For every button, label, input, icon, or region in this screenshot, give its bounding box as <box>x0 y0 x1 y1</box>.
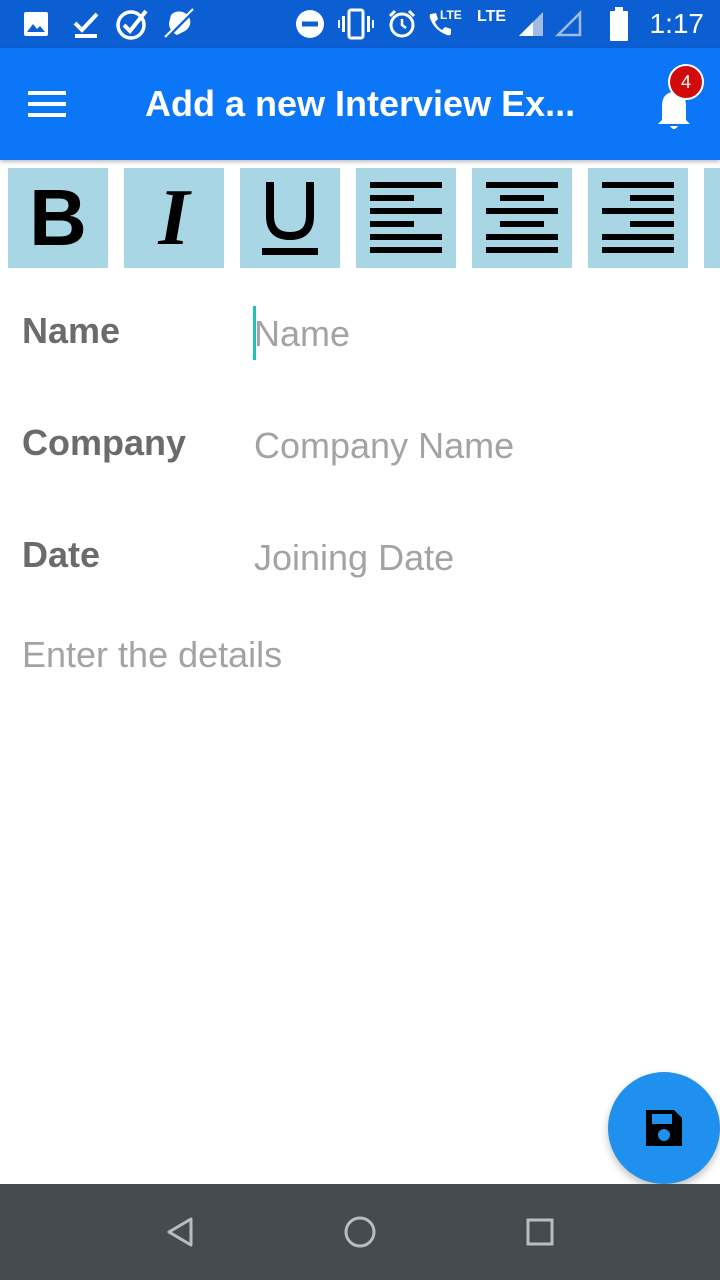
align-right-button[interactable] <box>588 168 688 268</box>
italic-button[interactable]: I <box>124 168 224 268</box>
menu-button[interactable] <box>28 82 84 126</box>
company-input[interactable] <box>254 418 694 474</box>
signal-icon <box>516 0 546 48</box>
text-cursor <box>253 306 256 360</box>
image-icon <box>20 0 52 48</box>
home-icon <box>344 1216 376 1248</box>
navigation-bar <box>0 1184 720 1280</box>
underline-button[interactable] <box>240 168 340 268</box>
align-left-icon <box>370 182 442 253</box>
justify-button[interactable] <box>704 168 720 268</box>
italic-icon: I <box>158 174 190 262</box>
name-label: Name <box>22 310 121 351</box>
align-right-icon <box>602 182 674 253</box>
menu-icon <box>28 91 66 117</box>
back-icon <box>167 1217 193 1247</box>
lte-label: LTE <box>477 8 507 25</box>
mic-off-icon <box>162 0 198 48</box>
align-left-button[interactable] <box>356 168 456 268</box>
align-center-button[interactable] <box>472 168 572 268</box>
alarm-icon <box>386 0 418 48</box>
status-clock: 1:17 <box>649 8 705 39</box>
format-toolbar: B I <box>0 160 720 274</box>
home-button[interactable] <box>336 1208 384 1256</box>
download-done-icon <box>70 0 102 48</box>
do-not-disturb-icon <box>294 0 326 48</box>
save-icon <box>646 1110 682 1146</box>
bold-icon: B <box>29 173 87 262</box>
recents-button[interactable] <box>516 1208 564 1256</box>
page-title: Add a new Interview Ex... <box>145 83 576 124</box>
battery-icon <box>606 0 632 48</box>
underline-icon <box>262 182 318 255</box>
name-input[interactable] <box>254 306 694 362</box>
bold-button[interactable]: B <box>8 168 108 268</box>
vibrate-icon <box>338 0 374 48</box>
signal-empty-icon <box>554 0 584 48</box>
company-label: Company <box>22 422 187 463</box>
app-bar: Add a new Interview Ex... <box>0 48 720 160</box>
lte-label-small: LTE <box>440 8 462 22</box>
back-button[interactable] <box>156 1208 204 1256</box>
details-editor[interactable] <box>22 634 702 1034</box>
align-center-icon <box>486 182 558 253</box>
date-label: Date <box>22 534 101 575</box>
notification-badge: 4 <box>668 64 704 100</box>
date-input[interactable] <box>254 530 694 586</box>
recents-icon <box>526 1218 554 1246</box>
save-button[interactable] <box>608 1072 720 1184</box>
status-bar: LTE LTE 1:17 <box>0 0 720 48</box>
check-circle-icon <box>114 0 150 48</box>
